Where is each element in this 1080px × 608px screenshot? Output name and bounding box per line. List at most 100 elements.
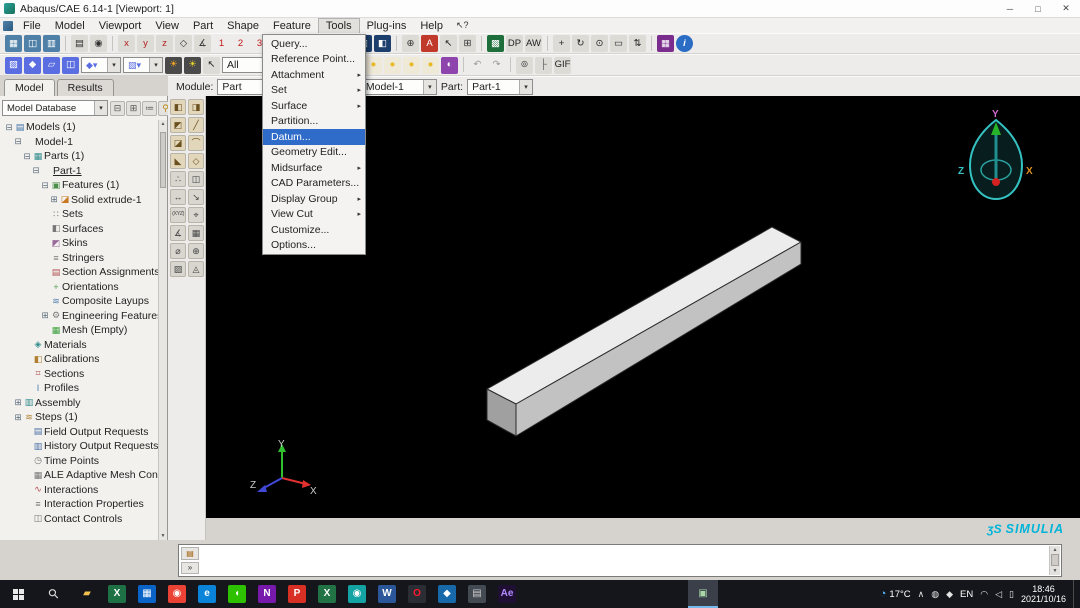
wechat-icon[interactable]: ◖ — [222, 580, 252, 608]
create-wire-icon[interactable]: ╱ — [188, 117, 204, 133]
tree-item[interactable]: ⊟ Model-1 — [0, 135, 158, 150]
mesh-tools-icon[interactable]: ▦ — [188, 225, 204, 241]
context-help-icon[interactable]: ↖? — [450, 20, 475, 31]
tree-item[interactable]: ⊟ Part-1 — [0, 164, 158, 179]
tools-menu-attachment[interactable]: Attachment ▸ — [263, 67, 365, 83]
taskbar-clock[interactable]: 18:46 2021/10/16 — [1021, 584, 1066, 604]
tree-item[interactable]: ▥ History Output Requests — [0, 439, 158, 454]
display-mode-combo[interactable]: ▧▾ — [123, 57, 163, 73]
maximize-button[interactable]: □ — [1024, 0, 1052, 17]
bead-tool-4-icon[interactable]: ● — [384, 56, 401, 74]
kernel-tab-icon[interactable]: » — [181, 561, 199, 574]
language-indicator[interactable]: EN — [960, 589, 973, 600]
battery-tray-icon[interactable]: ▯ — [1009, 589, 1014, 600]
view-z-icon[interactable]: z — [156, 35, 173, 52]
view-x-icon[interactable]: x — [118, 35, 135, 52]
tree-filter-icon[interactable]: ≔ — [142, 100, 157, 116]
warnings-tab-icon[interactable]: ▤ — [181, 547, 199, 560]
scale-tool-icon[interactable]: ↘ — [188, 189, 204, 205]
aw-tool-icon[interactable]: AW — [525, 35, 542, 52]
tree-item[interactable]: ⊞ ▥ Assembly — [0, 396, 158, 411]
angle-tool-icon[interactable]: ∡ — [170, 225, 186, 241]
color-code-icon[interactable]: ▩ — [487, 35, 504, 52]
scroll-thumb[interactable] — [160, 132, 166, 188]
options-tool-icon[interactable]: ◬ — [188, 261, 204, 277]
tree-item[interactable]: I Profiles — [0, 381, 158, 396]
part-combo[interactable]: Part-1 — [467, 78, 534, 95]
message-scrollbar[interactable]: ▲ ▼ — [1049, 546, 1060, 575]
menu-help[interactable]: Help — [413, 18, 450, 33]
tools-menu-reference-point[interactable]: Reference Point... — [263, 52, 365, 68]
query-probe-icon[interactable]: ⊚ — [516, 56, 533, 74]
zoom-in-icon[interactable]: ⊕ — [402, 35, 419, 52]
create-solid-revolve-icon[interactable]: ◨ — [188, 99, 204, 115]
tree-item[interactable]: ⊟ ▣ Features (1) — [0, 178, 158, 193]
menu-view[interactable]: View — [148, 18, 186, 33]
palette-tool-icon[interactable]: ▨ — [170, 261, 186, 277]
chrome-icon[interactable]: ◉ — [162, 580, 192, 608]
tree-expander-icon[interactable]: ⊟ — [4, 122, 14, 133]
tile-viewports-icon[interactable]: ◫ — [24, 35, 41, 52]
media-app-icon[interactable]: ◉ — [342, 580, 372, 608]
model-tree-icon[interactable]: ├ — [535, 56, 552, 74]
menu-part[interactable]: Part — [186, 18, 220, 33]
scroll-down-icon[interactable]: ▼ — [159, 533, 167, 539]
network-tray-icon[interactable]: ◠ — [980, 589, 988, 600]
grid-icon[interactable]: ⊞ — [459, 35, 476, 52]
tree-item[interactable]: ▤ Field Output Requests — [0, 425, 158, 440]
tree-expander-icon[interactable]: ⊟ — [13, 136, 23, 147]
cutview-render-icon[interactable]: ◧ — [374, 35, 391, 52]
tools-menu-options[interactable]: Options... — [263, 238, 365, 254]
menu-plugins[interactable]: Plug-ins — [360, 18, 414, 33]
tree-item[interactable]: ◩ Skins — [0, 236, 158, 251]
magnify-tool-icon[interactable]: ⊕ — [188, 243, 204, 259]
create-cut-icon[interactable]: ◪ — [170, 135, 186, 151]
tree-item[interactable]: ⊞ ◪ Solid extrude-1 — [0, 193, 158, 208]
tree-item[interactable]: ∿ Interactions — [0, 483, 158, 498]
view-iso-icon[interactable]: ◇ — [175, 35, 192, 52]
volume-tray-icon[interactable]: ◁ — [995, 589, 1002, 600]
tree-expander-icon[interactable]: ⊟ — [31, 165, 41, 176]
fit-view-icon[interactable]: ⇅ — [629, 35, 646, 52]
close-button[interactable]: ✕ — [1052, 0, 1080, 17]
tools-menu-partition[interactable]: Partition... — [263, 114, 365, 130]
tree-item[interactable]: ⊟ ▤ Models (1) — [0, 120, 158, 135]
tree-expand-all-icon[interactable]: ⊞ — [126, 100, 141, 116]
minimize-button[interactable]: ─ — [996, 0, 1024, 17]
notepad-icon[interactable]: ▤ — [462, 580, 492, 608]
translate-tool-icon[interactable]: ↔ — [170, 189, 186, 205]
tree-item[interactable]: ◫ Contact Controls — [0, 512, 158, 527]
tree-item[interactable]: ⊞ ≋ Steps (1) — [0, 410, 158, 425]
tree-collapse-all-icon[interactable]: ⊟ — [110, 100, 125, 116]
measure-tool-icon[interactable]: ⌀ — [170, 243, 186, 259]
start-button[interactable] — [0, 580, 36, 608]
position-tool-icon[interactable]: ⌖ — [188, 207, 204, 223]
model-combo[interactable]: Model-1 — [360, 78, 437, 95]
tools-menu-midsurface[interactable]: Midsurface ▸ — [263, 160, 365, 176]
tree-item[interactable]: ▤ Section Assignments — [0, 265, 158, 280]
view-1-button[interactable]: 1 — [213, 35, 230, 52]
color-wheel-icon[interactable]: ◐ — [441, 56, 458, 74]
dp-tool-icon[interactable]: DP — [506, 35, 523, 52]
rotate-view-icon[interactable]: ↻ — [572, 35, 589, 52]
pdf-reader-icon[interactable]: P — [282, 580, 312, 608]
tab-results[interactable]: Results — [56, 79, 114, 96]
tree-item[interactable]: ◈ Materials — [0, 338, 158, 353]
tools-menu-datum[interactable]: Datum... — [263, 129, 365, 145]
bilibili-icon[interactable]: ◆ — [432, 580, 462, 608]
tools-menu-geometry-edit[interactable]: Geometry Edit... — [263, 145, 365, 161]
tools-menu-view-cut[interactable]: View Cut ▸ — [263, 207, 365, 223]
tree-expander-icon[interactable]: ⊟ — [22, 151, 32, 162]
tree-item[interactable]: ⌗ Sections — [0, 367, 158, 382]
tree-item[interactable]: ◧ Calibrations — [0, 352, 158, 367]
hidden-icons-chevron[interactable]: ∧ — [918, 589, 925, 600]
create-chamfer-icon[interactable]: ◣ — [170, 153, 186, 169]
tree-expander-icon[interactable]: ⊞ — [40, 310, 50, 321]
capture-icon[interactable]: ◉ — [90, 35, 107, 52]
tree-scrollbar[interactable]: ▲ ▼ — [158, 120, 167, 540]
tree-item[interactable]: + Orientations — [0, 280, 158, 295]
tools-menu-display-group[interactable]: Display Group ▸ — [263, 191, 365, 207]
tree-expander-icon[interactable]: ⊟ — [40, 180, 50, 191]
tree-expander-icon[interactable]: ⊞ — [49, 194, 59, 205]
tools-menu-query[interactable]: Query... — [263, 36, 365, 52]
